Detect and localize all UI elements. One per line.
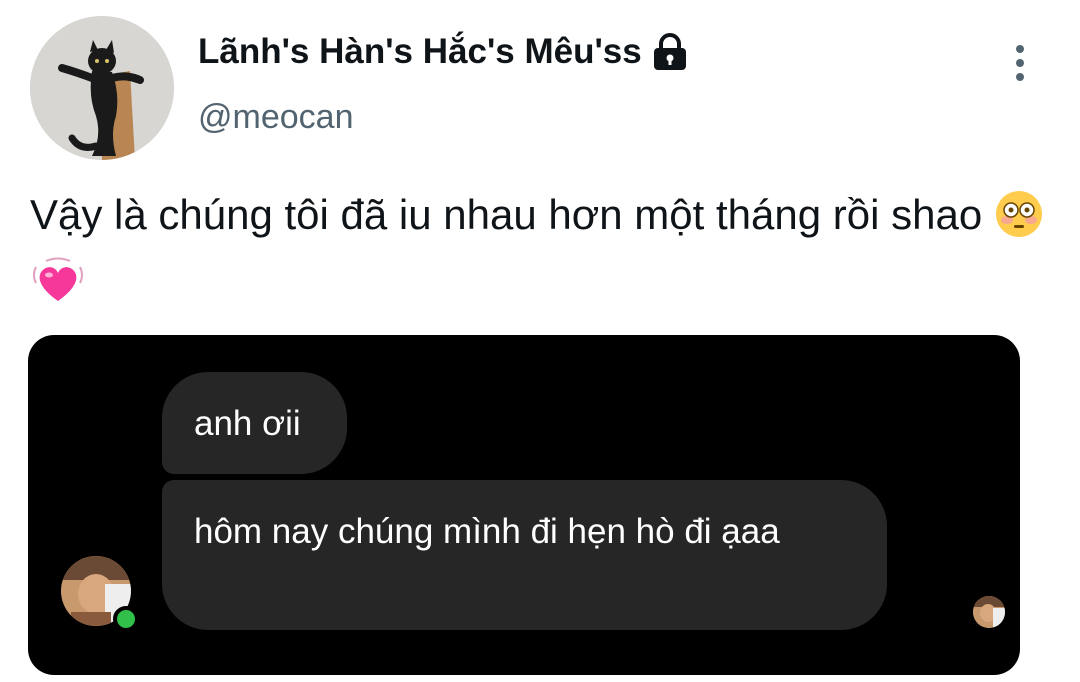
display-name[interactable]: Lãnh's Hàn's Hắc's Mêu'ss <box>198 32 642 72</box>
tweet-text: Vậy là chúng tôi đã iu nhau hơn một thán… <box>30 186 1060 322</box>
seen-avatar <box>973 596 1005 628</box>
tweet-body: Vậy là chúng tôi đã iu nhau hơn một thán… <box>30 191 983 238</box>
message-bubble: anh ơii <box>162 372 347 474</box>
black-cat-avatar-icon <box>30 16 174 160</box>
display-name-row[interactable]: Lãnh's Hàn's Hắc's Mêu'ss <box>198 32 688 72</box>
more-options-button[interactable] <box>1000 40 1040 86</box>
message-text: anh ơii <box>194 403 301 443</box>
message-bubble: hôm nay chúng mình đi hẹn hò đi ạaa <box>162 480 887 630</box>
lock-icon <box>652 33 688 71</box>
sender-avatar <box>61 556 139 632</box>
more-vertical-icon <box>1016 45 1024 53</box>
message-text: hôm nay chúng mình đi hẹn hò đi ạaa <box>194 512 780 551</box>
user-handle[interactable]: @meocan <box>198 98 353 137</box>
online-status-dot <box>113 606 139 632</box>
chat-screenshot-image[interactable]: anh ơii hôm nay chúng mình đi hẹn hò đi … <box>28 335 1020 675</box>
beating-heart-emoji <box>30 257 86 322</box>
profile-avatar[interactable] <box>30 16 174 160</box>
flushed-face-emoji <box>994 189 1044 254</box>
